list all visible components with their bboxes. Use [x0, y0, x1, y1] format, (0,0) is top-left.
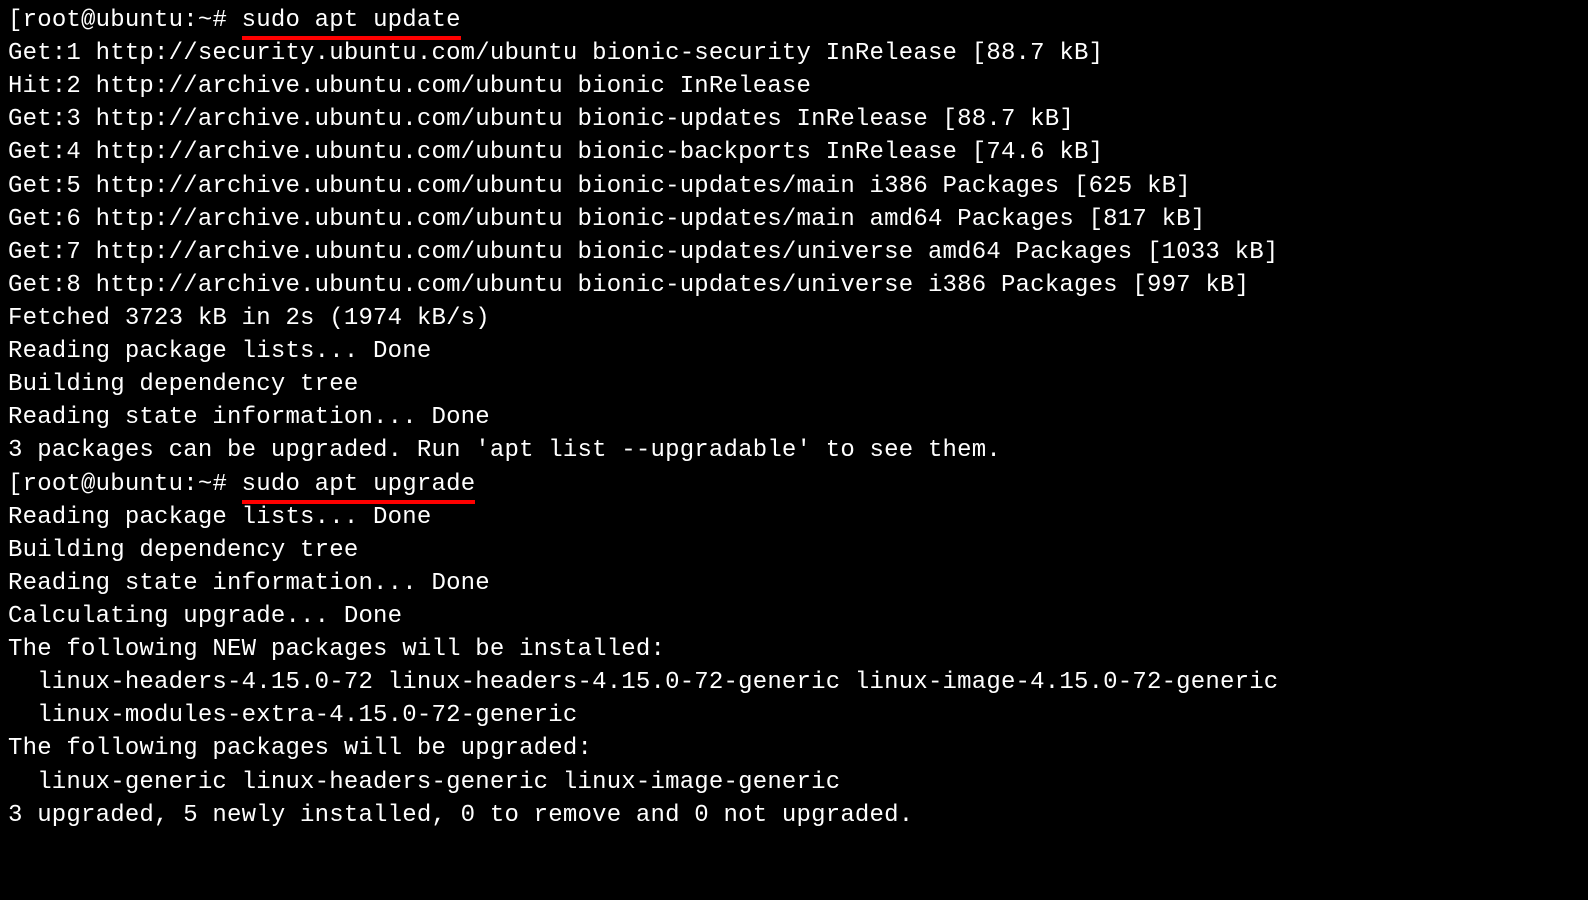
terminal-output-line: Get:8 http://archive.ubuntu.com/ubuntu b… [8, 269, 1580, 302]
prompt-text-1: root@ubuntu:~# [23, 7, 242, 34]
terminal-output-line: linux-modules-extra-4.15.0-72-generic [8, 699, 1580, 732]
command-2-text: sudo apt upgrade [242, 471, 476, 498]
terminal-prompt-line-2[interactable]: [root@ubuntu:~# sudo apt upgrade [8, 468, 1580, 501]
terminal-output-line: 3 packages can be upgraded. Run 'apt lis… [8, 434, 1580, 467]
terminal-output-line: Get:6 http://archive.ubuntu.com/ubuntu b… [8, 203, 1580, 236]
command-1-text: sudo apt update [242, 7, 461, 34]
terminal-output-line: linux-generic linux-headers-generic linu… [8, 766, 1580, 799]
terminal-output-line: Reading package lists... Done [8, 335, 1580, 368]
terminal-output-line: Get:1 http://security.ubuntu.com/ubuntu … [8, 37, 1580, 70]
terminal-output-line: Reading package lists... Done [8, 501, 1580, 534]
command-2: sudo apt upgrade [242, 468, 476, 501]
terminal-output-line: Fetched 3723 kB in 2s (1974 kB/s) [8, 302, 1580, 335]
terminal-output-line: Building dependency tree [8, 534, 1580, 567]
terminal-output-line: Building dependency tree [8, 368, 1580, 401]
terminal-output-line: The following packages will be upgraded: [8, 732, 1580, 765]
prompt-bracket: [ [8, 471, 23, 498]
terminal-output-line: Get:7 http://archive.ubuntu.com/ubuntu b… [8, 236, 1580, 269]
terminal-output-line: Get:5 http://archive.ubuntu.com/ubuntu b… [8, 170, 1580, 203]
prompt-bracket: [ [8, 7, 23, 34]
terminal-output-line: 3 upgraded, 5 newly installed, 0 to remo… [8, 799, 1580, 832]
terminal-output-line: Get:4 http://archive.ubuntu.com/ubuntu b… [8, 136, 1580, 169]
prompt-text-2: root@ubuntu:~# [23, 471, 242, 498]
terminal-output-line: Calculating upgrade... Done [8, 600, 1580, 633]
terminal-output-line: linux-headers-4.15.0-72 linux-headers-4.… [8, 666, 1580, 699]
terminal-output-line: Reading state information... Done [8, 401, 1580, 434]
terminal-prompt-line-1[interactable]: [root@ubuntu:~# sudo apt update [8, 4, 1580, 37]
terminal-output-line: Hit:2 http://archive.ubuntu.com/ubuntu b… [8, 70, 1580, 103]
command-1: sudo apt update [242, 4, 461, 37]
terminal-output-line: Reading state information... Done [8, 567, 1580, 600]
terminal-output-line: The following NEW packages will be insta… [8, 633, 1580, 666]
terminal-output-line: Get:3 http://archive.ubuntu.com/ubuntu b… [8, 103, 1580, 136]
